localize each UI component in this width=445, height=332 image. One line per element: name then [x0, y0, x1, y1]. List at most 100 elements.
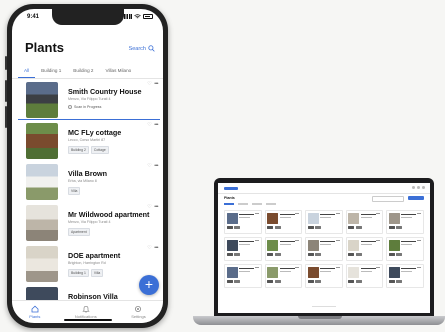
grid-card[interactable] — [345, 237, 384, 261]
grid-card[interactable] — [386, 237, 424, 261]
add-plant-button[interactable]: + — [139, 275, 159, 295]
plant-address: Menzo, Via Filippo Turati 4 — [68, 220, 111, 224]
grid-card[interactable] — [224, 210, 262, 234]
grid-card[interactable] — [386, 264, 424, 288]
plant-thumbnail — [26, 123, 58, 159]
plant-card[interactable]: Smith Country House Menzo, Via Filippo T… — [18, 81, 160, 120]
more-options-icon[interactable]: ••• — [154, 246, 158, 251]
plant-card[interactable]: MC FLy cottage Lecco, Corso Martiri 87 B… — [18, 122, 160, 160]
grid-card[interactable] — [224, 264, 262, 288]
more-options-icon[interactable]: ••• — [154, 205, 158, 210]
tabs-divider — [12, 78, 163, 79]
grid-thumbnail — [226, 212, 238, 224]
plant-name: Smith Country House — [68, 87, 142, 96]
grid-card[interactable] — [305, 264, 343, 288]
avatar[interactable] — [422, 186, 425, 189]
more-options-icon[interactable]: ••• — [154, 82, 158, 87]
plant-thumbnail — [26, 246, 58, 282]
plant-card[interactable]: Villa Brown Erba, via Milano 8 Villa ♡ •… — [18, 163, 160, 201]
building-tabs: All Building 1 Building 2 Villas Milano — [18, 66, 163, 78]
progress-icon — [68, 105, 72, 109]
plant-name: MC FLy cottage — [68, 128, 122, 137]
more-options-icon[interactable]: ••• — [154, 123, 158, 128]
nav-plants[interactable]: Plants — [29, 305, 40, 319]
grid-thumbnail — [348, 212, 360, 224]
grid-card[interactable] — [224, 237, 262, 261]
home-icon — [31, 305, 39, 313]
battery-icon — [143, 14, 153, 19]
laptop-search-input[interactable] — [372, 196, 404, 202]
grid-thumbnail — [348, 239, 360, 251]
grid-card[interactable] — [264, 237, 303, 261]
tab-building-1[interactable] — [238, 203, 248, 205]
more-options-icon[interactable]: ••• — [154, 164, 158, 169]
tag-badge: Building 1 — [68, 269, 89, 277]
plant-thumbnail — [26, 82, 58, 118]
favorite-icon[interactable]: ♡ — [147, 246, 152, 251]
grid-thumbnail — [226, 266, 238, 278]
phone-screen: 9:41 Plants Search All Building 1 Buildi… — [12, 9, 163, 323]
grid-card[interactable] — [345, 264, 384, 288]
plant-address: Lecco, Corso Martiri 87 — [68, 138, 106, 142]
tag-badge: Villa — [68, 187, 81, 195]
grid-card[interactable] — [305, 210, 343, 234]
plant-address: Menzo, Via Filippo Turati 4 — [68, 97, 111, 101]
grid-thumbnail — [267, 239, 279, 251]
tab-all[interactable]: All — [18, 66, 36, 78]
grid-card[interactable] — [345, 210, 384, 234]
tab-building-2[interactable] — [252, 203, 262, 205]
tab-all[interactable] — [224, 203, 234, 205]
plant-tags: Building 1 Villa — [68, 269, 104, 277]
nav-settings[interactable]: Settings — [131, 305, 146, 319]
favorite-icon[interactable]: ♡ — [147, 82, 152, 87]
laptop-plant-grid — [224, 210, 424, 288]
laptop-top-bar — [218, 183, 430, 194]
phone-notch — [51, 9, 124, 25]
grid-card[interactable] — [386, 210, 424, 234]
grid-card[interactable] — [264, 264, 303, 288]
tab-building-2[interactable]: Building 2 — [67, 66, 99, 78]
grid-thumbnail — [388, 239, 400, 251]
phone-volume-down — [5, 106, 7, 128]
search-button[interactable]: Search — [129, 45, 155, 52]
nav-notifications[interactable]: Notifications — [75, 305, 97, 319]
grid-thumbnail — [307, 266, 319, 278]
plant-card[interactable]: Mr Wildwood apartment Menzo, Via Filippo… — [18, 204, 160, 242]
wifi-icon — [134, 14, 141, 19]
tab-villas-milano[interactable]: Villas Milano — [99, 66, 137, 78]
tag-badge: Apartment — [68, 228, 90, 236]
plant-name: Villa Brown — [68, 169, 108, 178]
plant-address: Brighton, Harrington Rd — [68, 261, 106, 265]
grid-thumbnail — [307, 239, 319, 251]
grid-card[interactable] — [264, 210, 303, 234]
app-logo — [224, 187, 238, 190]
notification-icon[interactable] — [412, 186, 415, 189]
phone-mute-switch — [5, 56, 7, 70]
grid-thumbnail — [388, 212, 400, 224]
pagination[interactable] — [312, 305, 336, 307]
grid-thumbnail — [267, 266, 279, 278]
grid-thumbnail — [388, 266, 400, 278]
favorite-icon[interactable]: ♡ — [147, 205, 152, 210]
page-title: Plants — [25, 40, 65, 55]
laptop-add-button[interactable] — [408, 196, 424, 200]
search-label: Search — [128, 45, 146, 52]
favorite-icon[interactable]: ♡ — [147, 164, 152, 169]
grid-card[interactable] — [305, 237, 343, 261]
plant-tags: Building 2 Cottage — [68, 146, 109, 154]
laptop-page-title: Plants — [224, 196, 235, 200]
tag-badge: Cottage — [90, 146, 109, 154]
settings-icon[interactable] — [417, 186, 420, 189]
plant-thumbnail — [26, 205, 58, 241]
status-time: 9:41 — [27, 14, 40, 20]
plant-name: DOE apartment — [68, 251, 121, 260]
plant-tags: Apartment — [68, 228, 90, 236]
grid-thumbnail — [348, 266, 360, 278]
signal-icon — [124, 14, 132, 19]
favorite-icon[interactable]: ♡ — [147, 123, 152, 128]
tab-villas-milano[interactable] — [266, 203, 276, 205]
laptop-tabs — [224, 203, 276, 205]
phone-volume-up — [5, 80, 7, 102]
tab-building-1[interactable]: Building 1 — [35, 66, 67, 78]
plant-card[interactable]: DOE apartment Brighton, Harrington Rd Bu… — [18, 245, 160, 283]
